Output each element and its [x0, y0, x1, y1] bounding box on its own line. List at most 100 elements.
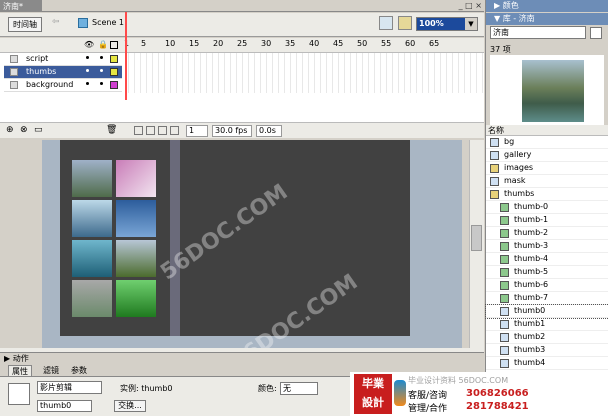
lock-dot[interactable] [100, 82, 103, 85]
library-item[interactable]: thumb-0 [486, 201, 608, 214]
add-folder-icon[interactable]: ▭ [34, 125, 43, 135]
thumbnail-4[interactable] [72, 240, 112, 277]
delete-layer-icon[interactable]: 🗑 [106, 125, 117, 135]
symbol-icon [490, 138, 499, 147]
chevron-down-icon[interactable]: ▼ [465, 18, 477, 30]
color-label: 颜色: [258, 384, 277, 393]
library-item[interactable]: mask [486, 175, 608, 188]
visibility-dot[interactable] [86, 69, 89, 72]
people-icon [394, 380, 406, 406]
item-count: 37 项 [490, 45, 511, 54]
thumbnail-1[interactable] [116, 160, 156, 197]
library-item[interactable]: thumb-4 [486, 253, 608, 266]
library-item[interactable]: thumbs [486, 188, 608, 201]
layer-icon [10, 81, 18, 89]
scene-label[interactable]: Scene 1 [92, 18, 124, 27]
swap-button[interactable]: 交换... [114, 400, 146, 412]
library-item[interactable]: thumb3 [486, 344, 608, 357]
scrollbar-thumb[interactable] [471, 225, 482, 251]
layer-background[interactable]: background [4, 79, 122, 92]
thumbnail-3[interactable] [116, 200, 156, 237]
center-frame-icon[interactable] [134, 126, 143, 135]
colors-panel-header[interactable]: ▶ 颜色 [486, 0, 608, 12]
eye-icon[interactable]: 👁 [84, 40, 94, 49]
symbol-icon [500, 359, 509, 368]
thumbnail-7[interactable] [116, 280, 156, 317]
library-item-name: thumb-7 [514, 293, 549, 302]
library-item[interactable]: gallery [486, 149, 608, 162]
library-item-name: thumb-4 [514, 254, 549, 263]
library-item-name: thumb0 [514, 306, 546, 315]
library-select[interactable]: 济南 [490, 26, 586, 39]
visibility-dot[interactable] [86, 82, 89, 85]
library-item[interactable]: thumb0 [485, 304, 608, 319]
add-layer-icon[interactable]: ⊕ [6, 125, 14, 135]
library-item[interactable]: thumb-1 [486, 214, 608, 227]
color-effect-select[interactable]: 无 [280, 382, 318, 395]
frame-number: 15 [189, 39, 200, 48]
edit-symbols-icon[interactable] [398, 16, 412, 30]
edit-scene-icon[interactable] [379, 16, 393, 30]
library-item[interactable]: images [486, 162, 608, 175]
frame-number: 20 [213, 39, 224, 48]
edit-multiple-frames-icon[interactable] [170, 126, 179, 135]
document-tab[interactable]: 济南* [0, 0, 42, 12]
library-item[interactable]: thumb4 [486, 357, 608, 370]
back-arrow-icon[interactable]: ⇦ [52, 17, 60, 27]
layer-thumbs[interactable]: thumbs [4, 66, 122, 79]
actions-panel-header[interactable]: ▶ 动作 [0, 352, 484, 364]
lock-dot[interactable] [100, 69, 103, 72]
symbol-type-select[interactable]: 影片剪辑 [37, 381, 102, 394]
name-column-header[interactable]: 名称 [486, 125, 608, 136]
frame-ruler[interactable]: 15101520253035404550556065 [123, 38, 484, 52]
layer-script[interactable]: script [4, 53, 122, 66]
library-panel-header[interactable]: ▼ 库 - 济南 [486, 13, 608, 25]
playhead[interactable] [125, 12, 127, 100]
layer-icon [10, 55, 18, 63]
layer-name: background [26, 80, 74, 89]
frame-rate[interactable]: 30.0 fps [212, 125, 252, 137]
library-item[interactable]: thumb-5 [486, 266, 608, 279]
library-item[interactable]: thumb1 [486, 318, 608, 331]
library-item[interactable]: thumb-6 [486, 279, 608, 292]
window-controls[interactable]: _ □ × [459, 1, 482, 10]
thumbnail-6[interactable] [72, 280, 112, 317]
lock-dot[interactable] [100, 56, 103, 59]
library-item-name: thumb-0 [514, 202, 549, 211]
library-item[interactable]: thumb-3 [486, 240, 608, 253]
tab-properties[interactable]: 属性 [8, 365, 32, 376]
thumbnail-5[interactable] [116, 240, 156, 277]
lock-icon[interactable]: 🔒 [98, 40, 108, 49]
tab-parameters[interactable]: 参数 [68, 365, 90, 376]
onion-outline-icon[interactable] [158, 126, 167, 135]
tab-filters[interactable]: 滤镜 [40, 365, 62, 376]
logo-line-2: 設計 [362, 396, 384, 409]
frame-grid[interactable] [123, 53, 484, 93]
pin-icon[interactable] [590, 27, 602, 39]
thumbnail-0[interactable] [72, 160, 112, 197]
bitmap-icon [500, 255, 509, 264]
add-guide-icon[interactable]: ⊗ [20, 125, 28, 135]
layer-color-swatch[interactable] [110, 68, 118, 76]
library-item[interactable]: thumb-7 [486, 292, 608, 305]
layer-color-swatch[interactable] [110, 81, 118, 89]
onion-skin-icon[interactable] [146, 126, 155, 135]
library-item-name: images [504, 163, 534, 172]
layer-color-swatch[interactable] [110, 55, 118, 63]
library-item[interactable]: thumb-2 [486, 227, 608, 240]
outline-icon[interactable] [110, 41, 118, 49]
layer-icon [10, 68, 18, 76]
timeline-toggle-button[interactable]: 时间轴 [8, 17, 42, 32]
library-item-name: thumb-2 [514, 228, 549, 237]
thumbnail-grid [72, 160, 160, 320]
library-item[interactable]: bg [486, 136, 608, 149]
zoom-select[interactable]: 100% ▼ [416, 17, 478, 31]
instance-name-input[interactable]: thumb0 [37, 400, 92, 412]
visibility-dot[interactable] [86, 56, 89, 59]
symbol-icon [490, 151, 499, 160]
thumbnail-2[interactable] [72, 200, 112, 237]
bitmap-icon [500, 281, 509, 290]
bitmap-icon [500, 203, 509, 212]
library-item[interactable]: thumb2 [486, 331, 608, 344]
layer-name: thumbs [26, 67, 57, 76]
